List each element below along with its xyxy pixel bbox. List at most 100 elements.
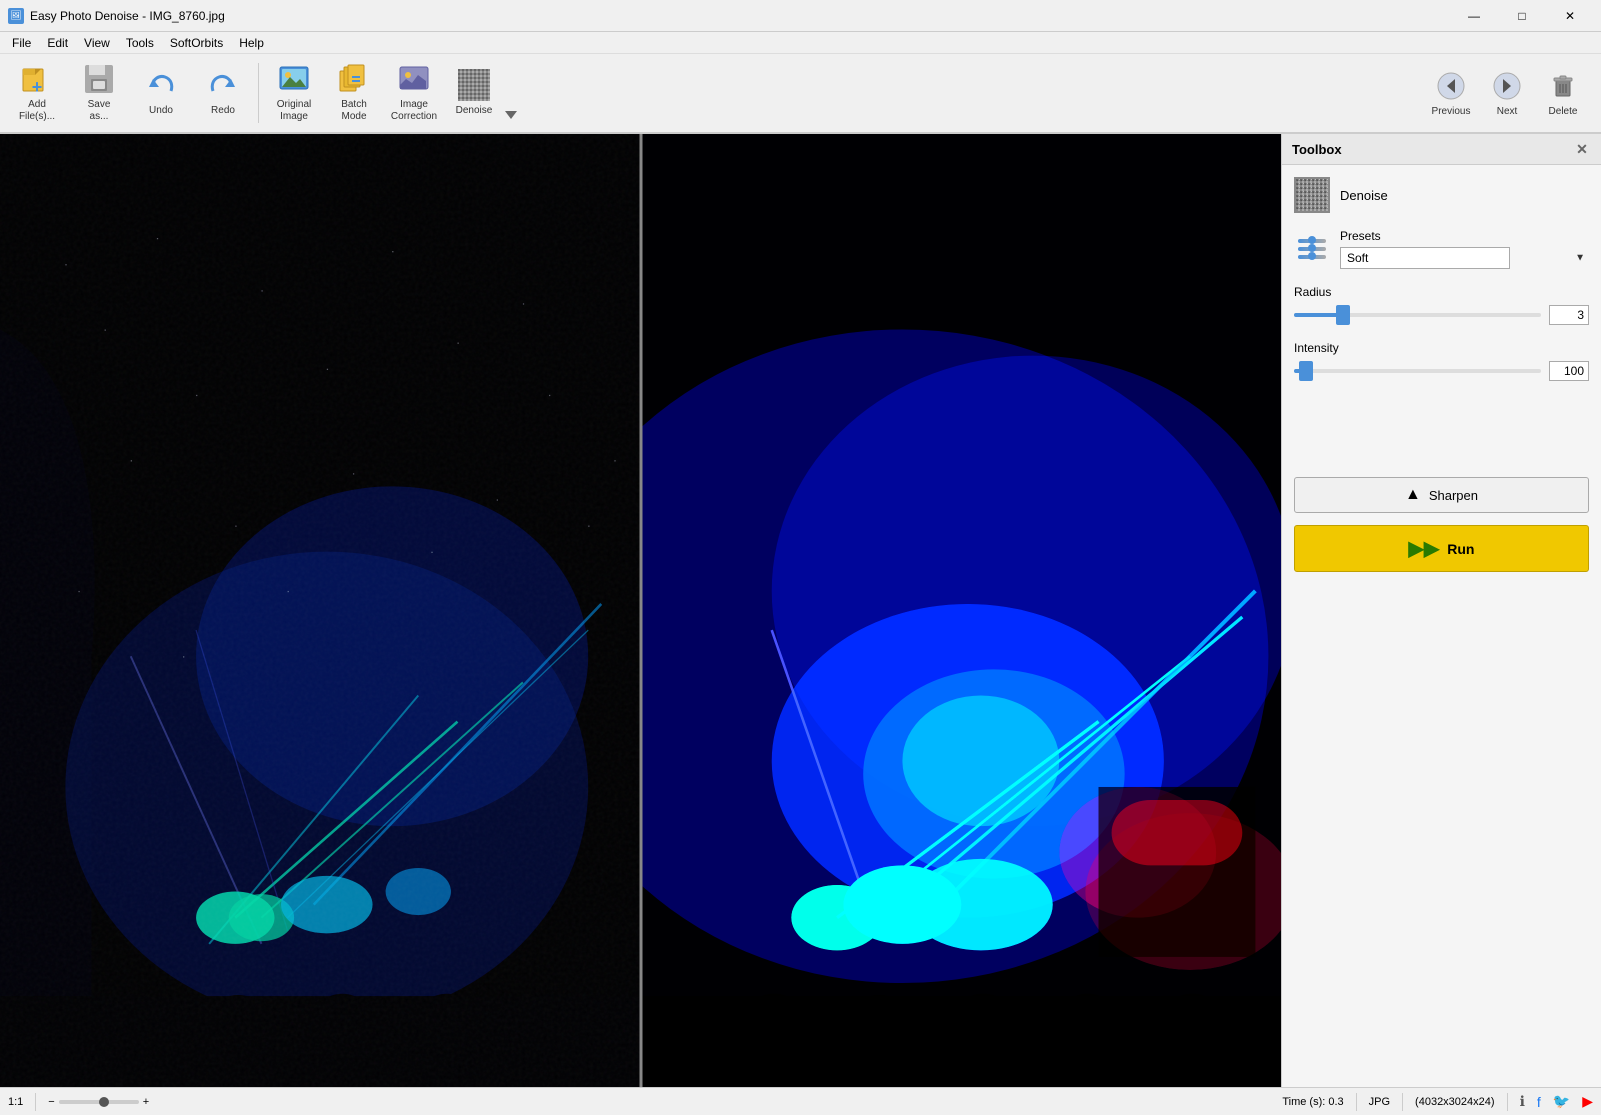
next-label: Next xyxy=(1497,106,1518,117)
presets-label-container: Presets Soft Medium Strong Custom ▼ xyxy=(1340,229,1589,269)
image-correction-icon xyxy=(398,63,430,95)
image-splitter[interactable] xyxy=(639,134,642,1087)
status-sep-2 xyxy=(1356,1093,1357,1111)
zoom-minus[interactable]: − xyxy=(48,1096,54,1108)
denoise-toolbar-label: Denoise xyxy=(456,105,493,117)
denoise-noise-icon xyxy=(1296,179,1328,211)
menu-edit[interactable]: Edit xyxy=(39,34,76,52)
toolbox-close-button[interactable]: ✕ xyxy=(1573,140,1591,158)
info-icon[interactable]: ℹ xyxy=(1520,1093,1525,1110)
redo-button[interactable]: Redo xyxy=(194,59,252,127)
denoise-button[interactable]: Denoise xyxy=(445,59,503,127)
intensity-value-input[interactable]: 100 xyxy=(1549,361,1589,381)
maximize-button[interactable]: □ xyxy=(1499,0,1545,32)
toolbar-right: Previous Next xyxy=(1421,55,1593,131)
presets-select-wrapper: Soft Medium Strong Custom ▼ xyxy=(1340,247,1589,269)
denoise-dropdown-arrow[interactable] xyxy=(505,59,521,127)
zoom-track[interactable] xyxy=(59,1100,139,1104)
twitter-icon[interactable]: 🐦 xyxy=(1553,1093,1570,1110)
app-icon: 🖼 xyxy=(8,8,24,24)
zoom-slider-container: − + xyxy=(48,1096,149,1108)
title-bar-left: 🖼 Easy Photo Denoise - IMG_8760.jpg xyxy=(8,8,225,24)
status-zoom: 1:1 xyxy=(8,1096,23,1108)
intensity-slider-track[interactable] xyxy=(1294,369,1541,373)
concert-image-denoised xyxy=(641,134,1282,1087)
previous-icon xyxy=(1435,70,1467,102)
menu-help[interactable]: Help xyxy=(231,34,272,52)
intensity-label: Intensity xyxy=(1294,341,1589,355)
zoom-plus[interactable]: + xyxy=(143,1096,149,1108)
add-files-label: AddFile(s)... xyxy=(19,99,55,123)
radius-slider-track[interactable] xyxy=(1294,313,1541,317)
status-sep-1 xyxy=(35,1093,36,1111)
app-title: Easy Photo Denoise - IMG_8760.jpg xyxy=(30,9,225,23)
facebook-icon[interactable]: f xyxy=(1537,1094,1541,1110)
concert-svg-left xyxy=(0,134,641,1087)
next-button[interactable]: Next xyxy=(1481,59,1533,127)
select-arrow-icon: ▼ xyxy=(1575,253,1585,264)
save-as-label: Saveas... xyxy=(88,99,111,123)
run-button[interactable]: ▶▶ Run xyxy=(1294,525,1589,572)
batch-mode-button[interactable]: BatchMode xyxy=(325,59,383,127)
concert-svg-right xyxy=(641,134,1282,1087)
menu-file[interactable]: File xyxy=(4,34,39,52)
original-image-button[interactable]: OriginalImage xyxy=(265,59,323,127)
concert-image-original xyxy=(0,134,641,1087)
original-image-icon xyxy=(278,63,310,95)
dimensions-label: (4032x3024x24) xyxy=(1415,1096,1495,1108)
radius-slider-row: 3 xyxy=(1294,305,1589,325)
previous-button[interactable]: Previous xyxy=(1425,59,1477,127)
zoom-level: 1:1 xyxy=(8,1096,23,1108)
minimize-button[interactable]: — xyxy=(1451,0,1497,32)
toolbox-header: Toolbox ✕ xyxy=(1282,134,1601,165)
sharpen-button[interactable]: ▲ Sharpen xyxy=(1294,477,1589,513)
menu-tools[interactable]: Tools xyxy=(118,34,162,52)
save-icon xyxy=(83,63,115,95)
radius-label: Radius xyxy=(1294,285,1589,299)
undo-label: Undo xyxy=(149,105,173,117)
status-sep-4 xyxy=(1507,1093,1508,1111)
image-area[interactable] xyxy=(0,134,1281,1087)
presets-select[interactable]: Soft Medium Strong Custom xyxy=(1340,247,1510,269)
intensity-section: Intensity 100 xyxy=(1294,341,1589,381)
format-label: JPG xyxy=(1369,1096,1390,1108)
intensity-slider-thumb[interactable] xyxy=(1299,361,1313,381)
preset-line-2 xyxy=(1298,247,1326,251)
main-content: Toolbox ✕ xyxy=(0,134,1601,1087)
status-right: Time (s): 0.3 JPG (4032x3024x24) ℹ f 🐦 ▶ xyxy=(1282,1093,1593,1111)
toolbar: + AddFile(s)... Saveas... xyxy=(0,54,1601,134)
zoom-thumb[interactable] xyxy=(99,1097,109,1107)
preset-line-1 xyxy=(1298,239,1326,243)
status-bar: 1:1 − + Time (s): 0.3 JPG (4032x3024x24)… xyxy=(0,1087,1601,1115)
preset-line-3 xyxy=(1298,255,1326,259)
sharpen-icon: ▲ xyxy=(1405,486,1421,504)
time-label: Time (s): 0.3 xyxy=(1282,1096,1343,1108)
sharpen-label: Sharpen xyxy=(1429,488,1478,503)
redo-label: Redo xyxy=(211,105,235,117)
toolbox-spacer xyxy=(1294,397,1589,477)
intensity-slider-row: 100 xyxy=(1294,361,1589,381)
toolbox-panel: Toolbox ✕ xyxy=(1281,134,1601,1087)
delete-button[interactable]: Delete xyxy=(1537,59,1589,127)
undo-button[interactable]: Undo xyxy=(132,59,190,127)
menu-bar: File Edit View Tools SoftOrbits Help xyxy=(0,32,1601,54)
menu-view[interactable]: View xyxy=(76,34,118,52)
menu-softorbits[interactable]: SoftOrbits xyxy=(162,34,231,52)
youtube-icon[interactable]: ▶ xyxy=(1582,1093,1593,1110)
save-as-button[interactable]: Saveas... xyxy=(70,59,128,127)
run-icon: ▶▶ xyxy=(1409,536,1440,561)
radius-slider-thumb[interactable] xyxy=(1336,305,1350,325)
presets-icon xyxy=(1294,231,1330,267)
add-files-icon: + xyxy=(21,63,53,95)
toolbar-group-main: + AddFile(s)... Saveas... xyxy=(8,59,252,127)
close-button[interactable]: ✕ xyxy=(1547,0,1593,32)
radius-value-input[interactable]: 3 xyxy=(1549,305,1589,325)
image-correction-button[interactable]: ImageCorrection xyxy=(385,59,443,127)
batch-mode-label: BatchMode xyxy=(341,99,367,123)
image-left-panel xyxy=(0,134,641,1087)
previous-label: Previous xyxy=(1432,106,1471,117)
add-files-button[interactable]: + AddFile(s)... xyxy=(8,59,66,127)
radius-section: Radius 3 xyxy=(1294,285,1589,325)
image-right-panel xyxy=(641,134,1282,1087)
delete-label: Delete xyxy=(1549,106,1578,117)
